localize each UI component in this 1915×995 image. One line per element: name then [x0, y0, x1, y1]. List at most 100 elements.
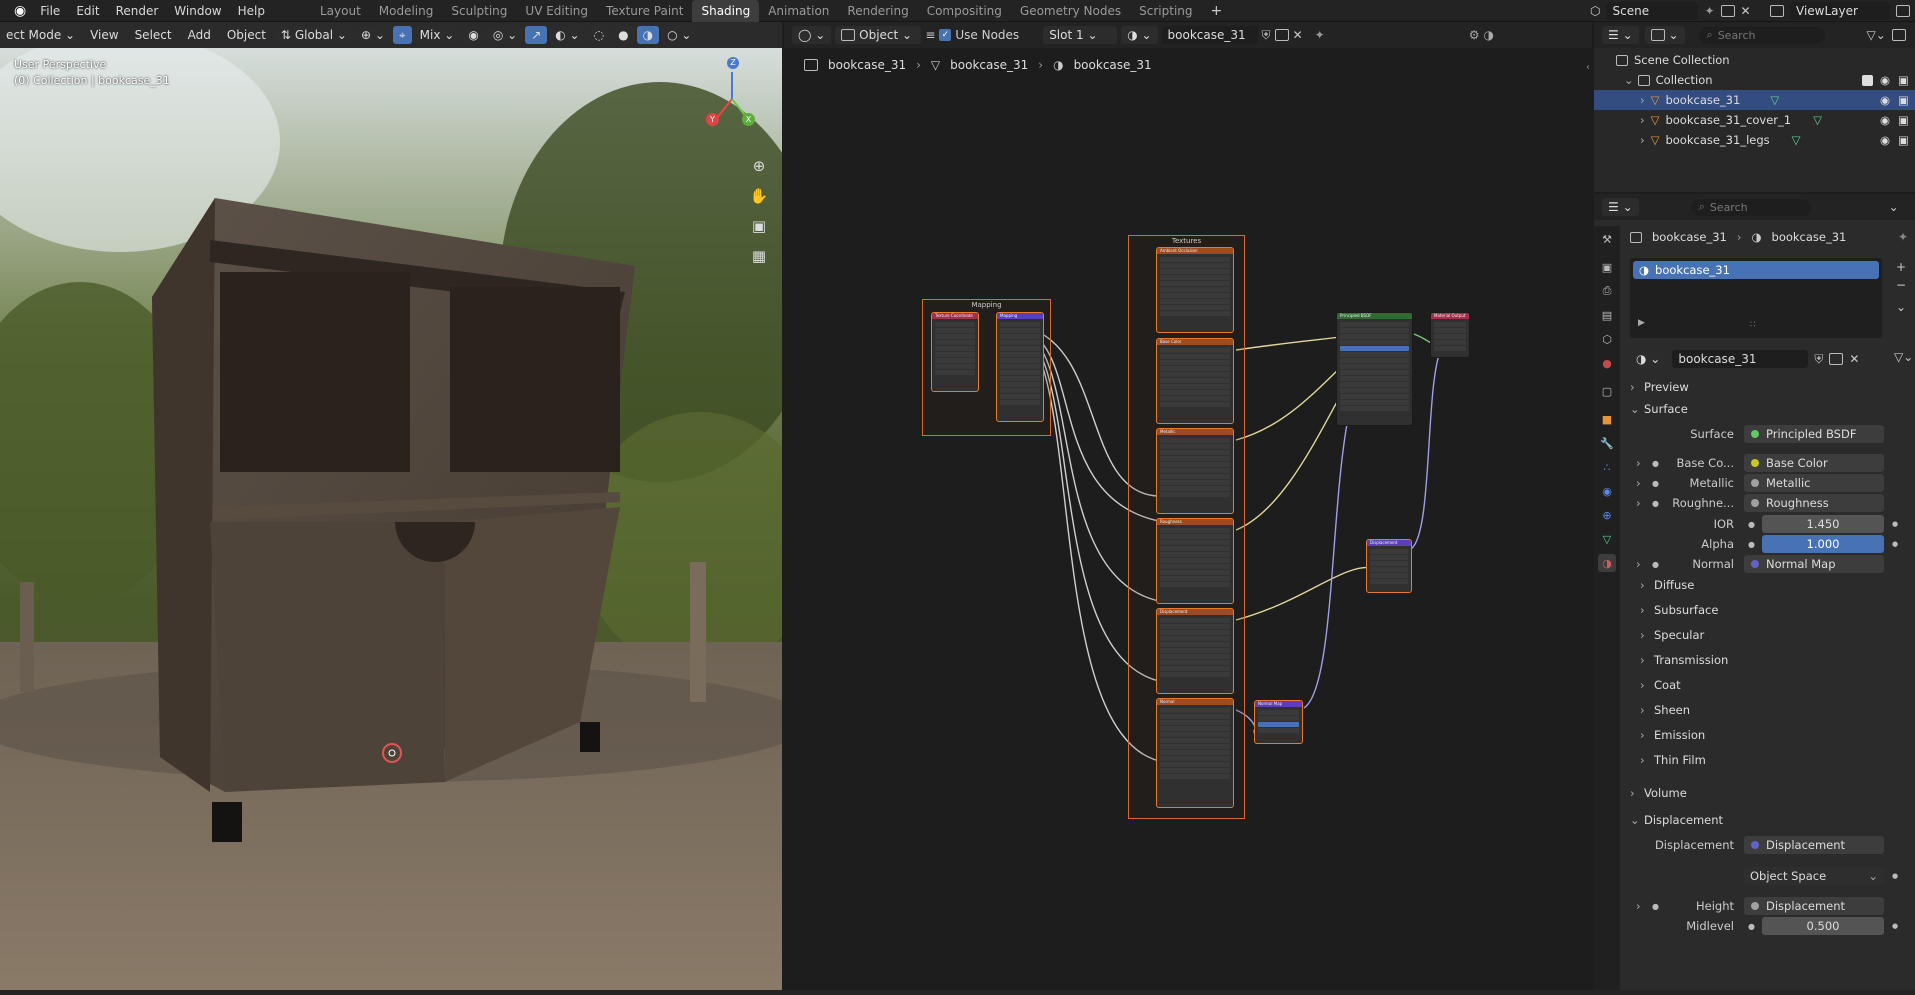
displacement-node[interactable]: Displacement [1366, 539, 1412, 593]
menu-window[interactable]: Window [166, 0, 229, 22]
pin-icon[interactable]: ✦ [1898, 230, 1908, 244]
material-name-field[interactable]: bookcase_31 [1672, 350, 1809, 368]
outliner-item-bookcase-cover[interactable]: › ▽ bookcase_31_cover_1 ▽ ◉ ▣ [1594, 110, 1915, 130]
normal-field[interactable]: Normal Map [1744, 555, 1884, 573]
viewlayer-icon[interactable] [1770, 5, 1784, 17]
world-tab-icon[interactable]: ● [1598, 354, 1616, 372]
visibility-dropdown[interactable]: ◎ ⌄ [486, 26, 524, 44]
3d-viewport[interactable]: ect Mode ⌄ View Select Add Object ⇅ Glob… [0, 22, 782, 990]
gizmo-toggle[interactable]: ↗ [525, 26, 548, 44]
subsection-specular[interactable]: › Specular [1640, 628, 1704, 642]
outliner-scene-collection[interactable]: Scene Collection [1594, 50, 1915, 70]
eye-icon[interactable]: ◉ [1880, 93, 1890, 107]
add-workspace-button[interactable]: + [1202, 0, 1232, 22]
tab-rendering[interactable]: Rendering [838, 0, 917, 22]
camera-icon[interactable]: ▣ [748, 215, 770, 237]
scene-field[interactable]: Scene [1606, 2, 1699, 20]
viewport-menu-view[interactable]: View [83, 28, 125, 42]
filter-icon[interactable]: ▽⌄ [1894, 350, 1913, 364]
mode-dropdown[interactable]: ect Mode ⌄ [0, 26, 82, 44]
collection-checkbox[interactable] [1862, 74, 1873, 86]
tab-animation[interactable]: Animation [759, 0, 838, 22]
data-tab-icon[interactable]: ▽ [1598, 530, 1616, 548]
display-mode-dropdown[interactable]: ⌄ [1644, 26, 1685, 44]
subsection-subsurface[interactable]: › Subsurface [1640, 603, 1718, 617]
chevron-right-icon[interactable]: › [1636, 496, 1641, 510]
physics-tab-icon[interactable]: ◉ [1598, 482, 1616, 500]
gizmo-y-axis[interactable]: Y [706, 113, 719, 126]
eye-icon[interactable]: ◉ [1880, 133, 1890, 147]
material-browse-dropdown[interactable]: ◑ ⌄ [1630, 350, 1667, 368]
base-color-field[interactable]: Base Color [1744, 454, 1884, 472]
outliner-search-input[interactable]: ⌕ Search [1698, 26, 1825, 44]
filter-icon[interactable]: ▽⌄ [1867, 28, 1886, 42]
duplicate-material-icon[interactable] [1829, 353, 1844, 365]
overlay-dropdown[interactable]: ◐ ⌄ [549, 26, 586, 44]
image-texture-node-roughness[interactable]: Roughness [1156, 518, 1234, 604]
subsection-diffuse[interactable]: › Diffuse [1640, 578, 1694, 592]
zoom-icon[interactable]: ⊕ [748, 155, 770, 177]
unlink-material-icon[interactable]: ✕ [1849, 352, 1859, 366]
new-scene-icon[interactable] [1720, 5, 1735, 17]
properties-editor-type[interactable]: ☰ ⌄ [1602, 198, 1639, 216]
particles-tab-icon[interactable]: ∴ [1598, 458, 1616, 476]
pivot-dropdown[interactable]: ⊕ ⌄ [354, 26, 391, 44]
properties-options-icon[interactable]: ⌄ [1889, 200, 1899, 214]
shading-material[interactable]: ◑ [636, 26, 660, 44]
fake-user-icon[interactable]: ⛨ [1814, 352, 1823, 367]
section-preview[interactable]: › Preview [1630, 380, 1689, 394]
material-slot-item[interactable]: ◑ bookcase_31 [1633, 261, 1879, 279]
eye-icon[interactable]: ◉ [1880, 73, 1890, 87]
section-surface[interactable]: ⌄ Surface [1630, 402, 1688, 416]
subsection-sheen[interactable]: › Sheen [1640, 703, 1690, 717]
image-texture-node-normal[interactable]: Normal [1156, 698, 1234, 808]
properties-breadcrumb-object[interactable]: bookcase_31 [1652, 230, 1727, 244]
render-tab-icon[interactable]: ▣ [1598, 258, 1616, 276]
tab-layout[interactable]: Layout [311, 0, 370, 22]
tool-tab-icon[interactable]: ⚒ [1598, 230, 1616, 248]
pin-icon[interactable]: ✦ [1704, 4, 1714, 18]
eye-icon[interactable]: ◉ [1880, 113, 1890, 127]
orientation-dropdown[interactable]: ⇅ Global ⌄ [274, 26, 353, 44]
gizmo-z-axis[interactable]: Z [727, 57, 739, 69]
view-layer-tab-icon[interactable]: ▤ [1598, 306, 1616, 324]
new-collection-icon[interactable] [1891, 29, 1906, 41]
chevron-right-icon[interactable]: › [1636, 456, 1641, 470]
material-output-node[interactable]: Material Output [1430, 312, 1470, 358]
ior-field[interactable]: 1.450 [1762, 515, 1884, 533]
snap-toggle[interactable]: ⌖ [392, 26, 412, 44]
displacement-space-dropdown[interactable]: Object Space ⌄ [1744, 867, 1884, 885]
menu-edit[interactable]: Edit [68, 0, 107, 22]
tab-texture-paint[interactable]: Texture Paint [597, 0, 692, 22]
menu-help[interactable]: Help [230, 0, 273, 22]
camera-icon[interactable]: ▣ [1898, 73, 1909, 87]
alpha-field[interactable]: 1.000 [1762, 535, 1884, 553]
expand-triangle-icon[interactable]: ▶ [1638, 318, 1645, 328]
metallic-field[interactable]: Metallic [1744, 474, 1884, 492]
grid-icon[interactable]: ▦ [748, 245, 770, 267]
principled-bsdf-node[interactable]: Principled BSDF [1336, 312, 1413, 426]
section-volume[interactable]: › Volume [1630, 786, 1687, 800]
height-field[interactable]: Displacement [1744, 897, 1884, 915]
shading-wireframe[interactable]: ◌ [587, 26, 611, 44]
subsection-coat[interactable]: › Coat [1640, 678, 1681, 692]
tab-scripting[interactable]: Scripting [1130, 0, 1201, 22]
texture-coordinate-node[interactable]: Texture Coordinate [931, 312, 979, 392]
mapping-node[interactable]: Mapping [996, 312, 1044, 422]
close-icon[interactable]: ✕ [1741, 4, 1751, 18]
image-texture-node-displacement[interactable]: Displacement [1156, 608, 1234, 694]
proportional-toggle[interactable]: ◉ [462, 26, 485, 44]
hand-pan-icon[interactable]: ✋ [748, 185, 770, 207]
menu-file[interactable]: File [32, 0, 68, 22]
subsection-thin-film[interactable]: › Thin Film [1640, 753, 1706, 767]
outliner-collection[interactable]: ⌄ Collection ◉ ▣ [1594, 70, 1915, 90]
displacement-field[interactable]: Displacement [1744, 836, 1884, 854]
shading-rendered[interactable]: ○ ⌄ [661, 26, 698, 44]
sidebar-toggle-icon[interactable]: ‹ [1586, 62, 1590, 73]
object-tab-icon[interactable]: ■ [1598, 410, 1616, 428]
menu-render[interactable]: Render [108, 0, 167, 22]
blender-logo-icon[interactable]: ◉ [0, 0, 32, 22]
viewport-menu-select[interactable]: Select [128, 28, 179, 42]
properties-breadcrumb-material[interactable]: bookcase_31 [1772, 230, 1847, 244]
shading-solid[interactable]: ● [612, 26, 635, 44]
